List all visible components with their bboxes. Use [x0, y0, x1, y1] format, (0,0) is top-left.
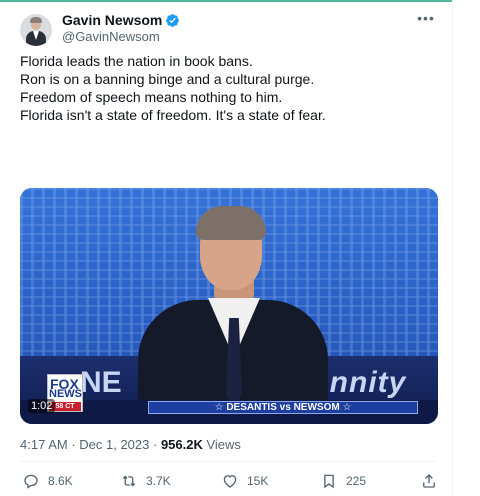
- divider: [20, 461, 436, 462]
- backdrop-text-left: NE: [80, 366, 122, 399]
- reply-count: 8.6K: [48, 474, 73, 488]
- author-handle[interactable]: @GavinNewsom: [62, 29, 180, 45]
- video-duration: 1:02: [28, 399, 56, 413]
- heart-icon: [223, 475, 237, 488]
- meta-separator: ·: [149, 437, 161, 452]
- tweet-paragraph: Florida isn't a state of freedom. It's a…: [20, 107, 326, 123]
- bookmark-count: 225: [346, 474, 367, 488]
- like-button[interactable]: 15K: [221, 472, 268, 490]
- share-button[interactable]: [420, 472, 438, 490]
- speaker-figure: [130, 200, 370, 424]
- tweet-header: Gavin Newsom @GavinNewsom •••: [20, 11, 436, 52]
- meta-separator: ·: [67, 437, 80, 452]
- right-gutter: [453, 0, 480, 496]
- tweet-paragraph: Florida leads the nation in book bans.: [20, 53, 253, 69]
- bookmark-icon: [324, 474, 334, 489]
- author-name[interactable]: Gavin Newsom: [62, 12, 162, 28]
- tweet-meta: 4:17 AM · Dec 1, 2023 · 956.2K Views: [20, 437, 241, 452]
- tweet-paragraph: Freedom of speech means nothing to him.: [20, 89, 283, 105]
- tweet-text: Florida leads the nation in book bans. R…: [20, 52, 436, 124]
- share-icon: [423, 474, 435, 488]
- tweet-time[interactable]: 4:17 AM: [20, 437, 68, 452]
- tweet-paragraph: Ron is on a banning binge and a cultural…: [20, 71, 315, 87]
- video-player[interactable]: NE annity ☆ DESANTIS vs NEWSOM ☆ FOX NEW…: [20, 188, 438, 424]
- repost-button[interactable]: 3.7K: [120, 472, 171, 490]
- author-block: Gavin Newsom @GavinNewsom: [62, 12, 180, 45]
- repost-count: 3.7K: [146, 474, 171, 488]
- tweet-date[interactable]: Dec 1, 2023: [79, 437, 149, 452]
- views-count: 956.2K: [160, 437, 203, 452]
- bookmark-button[interactable]: 225: [320, 472, 366, 490]
- ticker-banner: ☆ DESANTIS vs NEWSOM ☆: [148, 401, 418, 414]
- like-count: 15K: [247, 474, 269, 488]
- reply-icon: [24, 474, 38, 489]
- avatar[interactable]: [20, 14, 52, 46]
- action-bar: 8.6K 3.7K 15K 225: [0, 472, 452, 492]
- more-horizontal-icon[interactable]: •••: [416, 11, 436, 28]
- reply-button[interactable]: 8.6K: [22, 472, 73, 490]
- views-label: Views: [202, 437, 241, 452]
- verified-badge-icon: [166, 13, 180, 27]
- repost-icon: [122, 475, 136, 487]
- author-name-row[interactable]: Gavin Newsom: [62, 12, 180, 28]
